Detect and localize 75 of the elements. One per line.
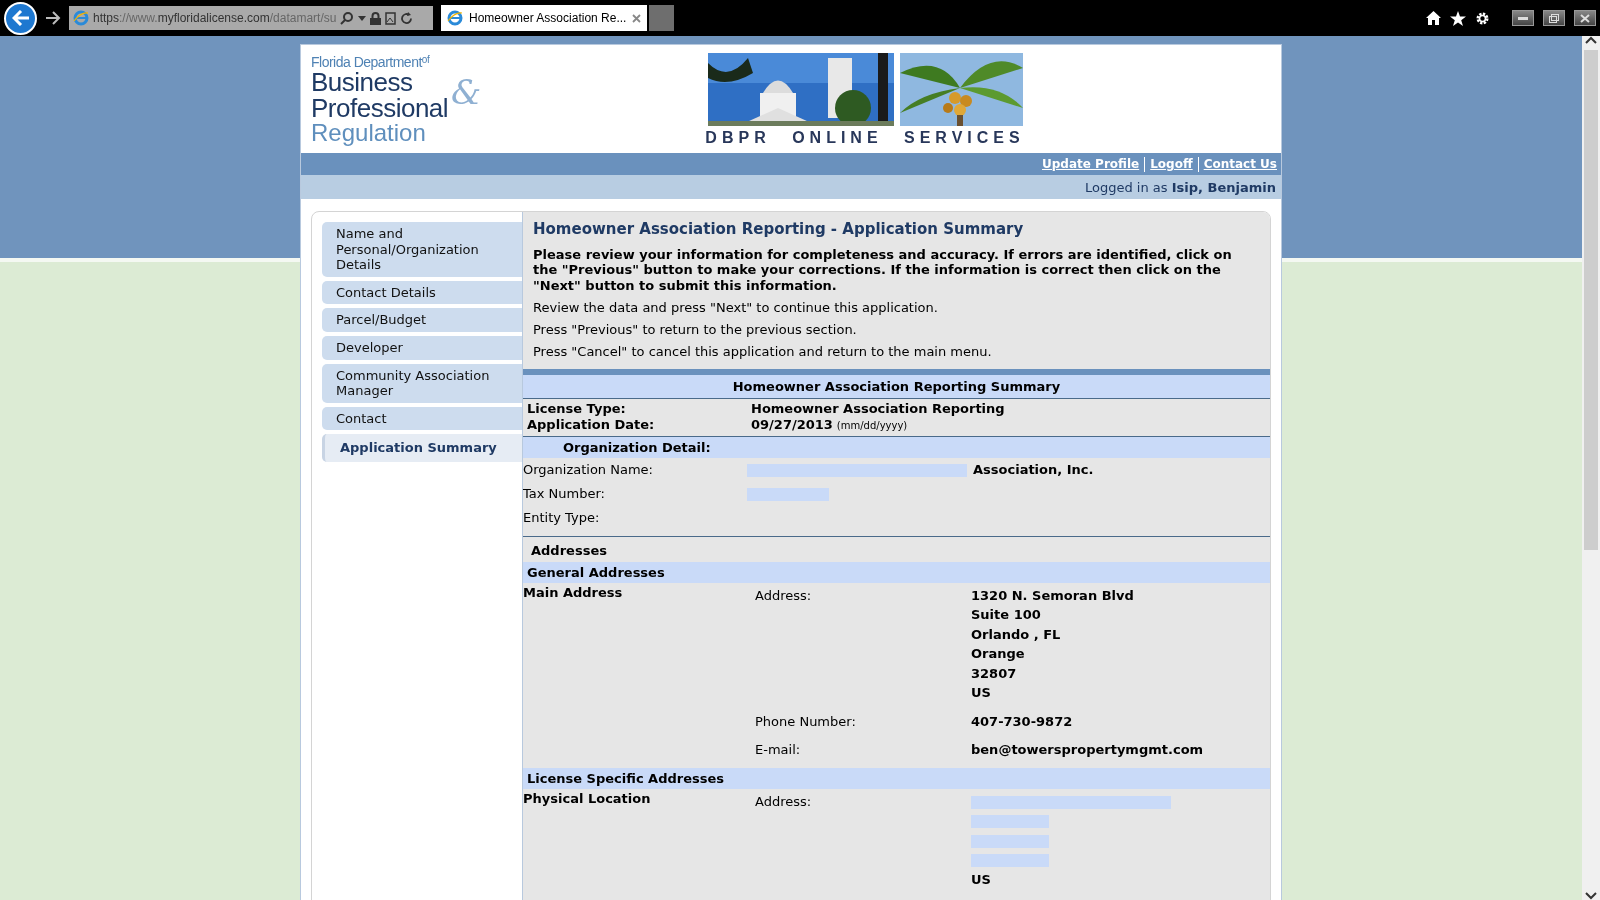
summary-heading: Homeowner Association Reporting Summary (523, 375, 1270, 399)
sidebar-item[interactable]: Application Summary (322, 434, 522, 462)
home-icon[interactable] (1426, 11, 1441, 25)
page-icon[interactable] (385, 11, 397, 25)
lock-icon (370, 11, 382, 25)
field-label: E-mail: (755, 741, 802, 760)
close-button[interactable] (1574, 10, 1596, 26)
note-text: Press "Previous" to return to the previous section. (533, 322, 858, 337)
banner-title: DBPR ONLINE SERVICES (705, 129, 1025, 147)
address-type: Physical Location (523, 791, 652, 808)
address-line: US (971, 872, 992, 889)
field-label: Application Date: (527, 417, 656, 434)
group-heading: General Addresses (523, 562, 1270, 583)
instructions-text: Please review your information for completeness and accuracy. If errors are identified, click on the "Previous" button to make your corrections. If the information is correct then click on the "Next" button to submit this information. (533, 247, 1233, 293)
search-icon[interactable] (340, 11, 355, 25)
restore-icon (1549, 13, 1559, 23)
logo-ampersand: & (451, 75, 482, 109)
scroll-up-icon[interactable] (1585, 36, 1597, 44)
section-heading: Organization Detail: (523, 437, 1270, 458)
page-title: Homeowner Association Reporting - Application Summary (533, 220, 1025, 238)
note-text: Review the data and press "Next" to continue this application. (533, 300, 939, 315)
logo-text: Regulation (311, 121, 426, 145)
note-text: Press "Cancel" to cancel this application and return to the main menu. (533, 344, 993, 359)
sidebar-item[interactable]: Parcel/Budget (322, 308, 522, 332)
section-heading: Addresses (530, 542, 608, 560)
date-format-hint: (mm/dd/yyyy) (836, 420, 908, 431)
logo-text: Professional (311, 95, 449, 121)
address-line: Suite 100 (971, 607, 1042, 625)
close-icon (1580, 13, 1590, 23)
star-icon[interactable] (1450, 10, 1466, 26)
logo-text: Business (311, 69, 413, 95)
sidebar-item[interactable]: Community Association Manager (322, 363, 522, 403)
sidebar-item[interactable]: Contact (322, 406, 522, 431)
field-label: Phone Number: (755, 713, 857, 731)
sidebar-item[interactable]: Name and Personal/Organization Details (322, 222, 522, 277)
minimize-icon (1518, 16, 1528, 20)
field-label: Address: (755, 793, 813, 811)
field-value: 09/27/2013 (751, 417, 833, 432)
address-line: 32807 (971, 666, 1018, 683)
browser-logo-icon (73, 10, 89, 26)
address-line: 1320 N. Semoran Blvd (971, 588, 1135, 605)
field-label: Organization Name: (523, 462, 654, 478)
restore-button[interactable] (1543, 10, 1565, 26)
back-button[interactable] (4, 1, 37, 35)
address-bar[interactable]: https://www.myfloridalicense.com/datamart/su (69, 6, 433, 30)
scroll-thumb[interactable] (1584, 50, 1598, 550)
address-line: ben@towerspropertymgmt.com (971, 742, 1205, 760)
close-icon[interactable] (632, 13, 642, 23)
settings-icon[interactable] (1475, 10, 1490, 26)
field-label: Address: (755, 587, 813, 605)
refresh-icon[interactable] (400, 11, 414, 25)
browser-tab[interactable]: Homeowner Association Re... (441, 5, 648, 31)
address-line: 407-730-9872 (971, 714, 1074, 731)
address-line: US (971, 685, 992, 703)
address-line: Orange (971, 646, 1026, 664)
tab-title: Homeowner Association Re... (469, 11, 627, 25)
field-label: License Type: (527, 401, 627, 417)
scrollbar[interactable] (1582, 36, 1600, 900)
field-value: Homeowner Association Reporting (751, 401, 1006, 417)
field-value: Association, Inc. (973, 462, 1094, 478)
new-tab-button[interactable] (649, 5, 675, 31)
address-type: Main Address (523, 585, 624, 602)
address-line: Orlando , FL (971, 627, 1062, 644)
back-arrow-icon (11, 10, 30, 26)
sidebar-item[interactable]: Developer (322, 335, 522, 360)
caret-icon[interactable] (358, 15, 367, 21)
field-label: Tax Number: (523, 486, 606, 502)
forward-icon[interactable] (45, 11, 61, 25)
field-label: Entity Type: (523, 510, 601, 526)
logged-in-text: Logged in as Isip, Benjamin (1085, 179, 1276, 195)
minimize-button[interactable] (1512, 10, 1534, 26)
sidebar-item[interactable]: Contact Details (322, 280, 522, 305)
browser-logo-icon (447, 10, 463, 26)
scroll-down-icon[interactable] (1585, 892, 1597, 900)
group-heading: License Specific Addresses (523, 768, 1270, 789)
